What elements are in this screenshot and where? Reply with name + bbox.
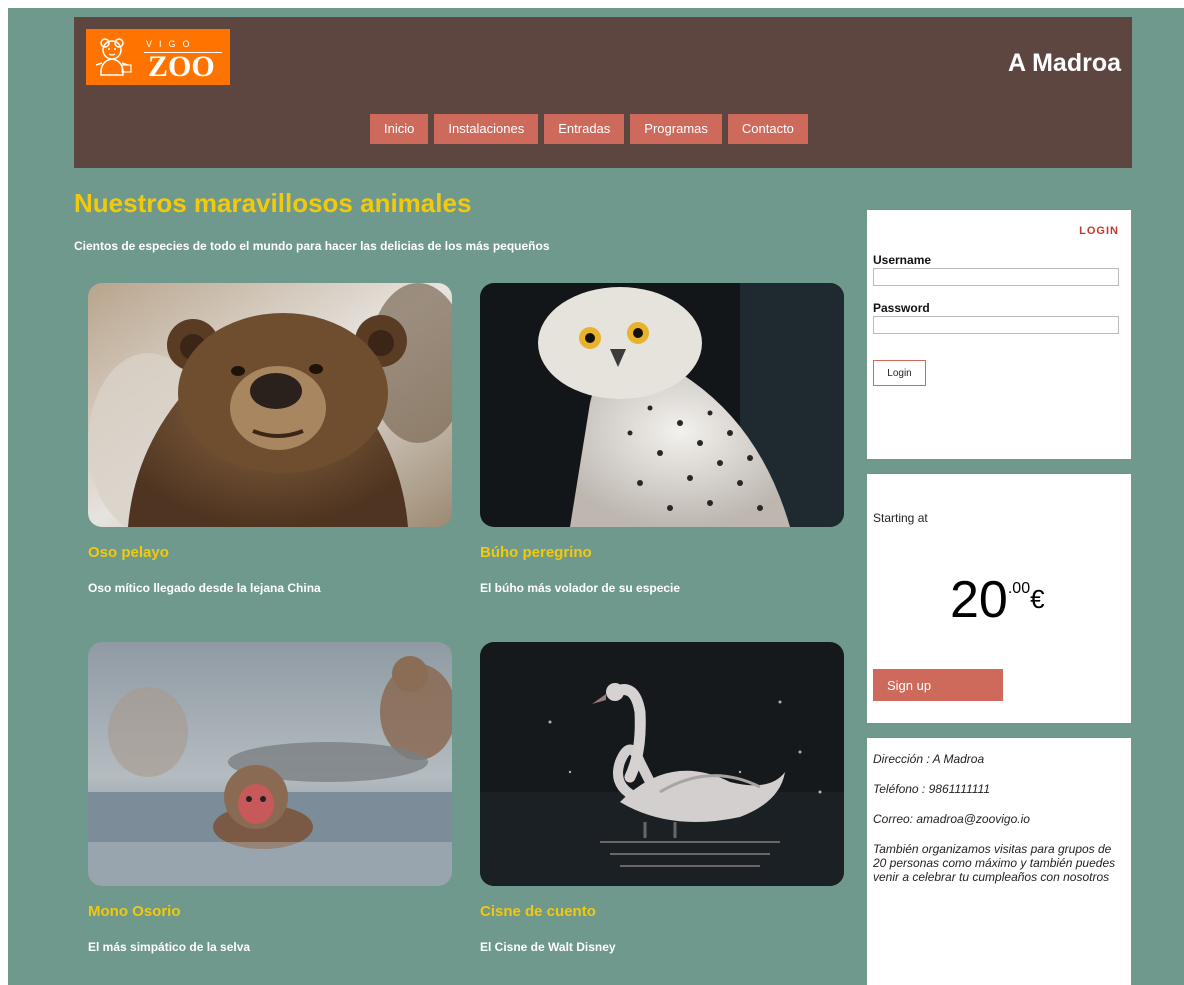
- page-subtitle: Cientos de especies de todo el mundo par…: [74, 239, 550, 253]
- nav-item-entradas[interactable]: Entradas: [544, 114, 625, 144]
- logo-zoo-text: ZOO: [148, 50, 215, 83]
- nav-item-inicio[interactable]: Inicio: [370, 114, 429, 144]
- logo-vigo-text: VIGO: [146, 39, 197, 49]
- animal-description: Oso mítico llegado desde la lejana China: [88, 581, 321, 595]
- pricing-panel: Starting at 20.00€ Sign up: [867, 474, 1131, 723]
- username-input[interactable]: [873, 268, 1119, 286]
- price-currency: €: [1030, 584, 1045, 614]
- animal-name: Cisne de cuento: [480, 903, 596, 920]
- contact-address: Dirección : A Madroa: [873, 752, 985, 766]
- animal-card-bear: Oso pelayo Oso mítico llegado desde la l…: [88, 283, 452, 595]
- site-title: A Madroa: [1008, 49, 1121, 77]
- animal-description: El Cisne de Walt Disney: [480, 940, 616, 954]
- page-frame: VIGO ZOO A Madroa Inicio Instalaciones E…: [8, 8, 1184, 985]
- username-label: Username: [873, 253, 932, 267]
- contact-phone: Teléfono : 9861111111: [873, 782, 990, 796]
- login-heading: LOGIN: [1079, 225, 1119, 237]
- login-button[interactable]: Login: [873, 360, 926, 386]
- animal-card-owl: Búho peregrino El búho más volador de su…: [480, 283, 844, 595]
- nav-item-contacto[interactable]: Contacto: [727, 114, 808, 144]
- contact-note: También organizamos visitas para grupos …: [873, 842, 1116, 884]
- animal-card-swan: Cisne de cuento El Cisne de Walt Disney: [480, 642, 844, 954]
- bear-photo: [88, 283, 452, 527]
- animal-card-monkey: Mono Osorio El más simpático de la selva: [88, 642, 452, 954]
- animal-description: El más simpático de la selva: [88, 940, 251, 954]
- contact-email[interactable]: Correo: amadroa@zoovigo.io: [873, 812, 1123, 826]
- nav-item-programas[interactable]: Programas: [630, 114, 722, 144]
- zoo-logo[interactable]: VIGO ZOO: [86, 29, 230, 85]
- monkey-photo: [88, 642, 452, 886]
- password-input[interactable]: [873, 316, 1119, 334]
- price-integer: 20: [950, 571, 1008, 629]
- animal-name: Oso pelayo: [88, 544, 169, 561]
- swan-photo: [480, 642, 844, 886]
- animal-description: El búho más volador de su especie: [480, 581, 681, 595]
- main-nav: Inicio Instalaciones Entradas Programas …: [370, 114, 808, 144]
- price-cents: .00: [1007, 580, 1031, 597]
- contact-panel: Dirección : A Madroa Teléfono : 98611111…: [867, 738, 1131, 985]
- login-panel: LOGIN Username Password Login: [867, 210, 1131, 459]
- signup-button[interactable]: Sign up: [873, 669, 1003, 701]
- password-label: Password: [873, 301, 930, 315]
- animal-name: Mono Osorio: [88, 903, 181, 920]
- bear-mascot-icon: [95, 38, 132, 76]
- price: 20.00€: [950, 570, 1045, 630]
- animal-name: Búho peregrino: [480, 544, 592, 561]
- site-header: VIGO ZOO A Madroa Inicio Instalaciones E…: [74, 17, 1132, 168]
- starting-at-label: Starting at: [873, 511, 928, 525]
- nav-item-instalaciones[interactable]: Instalaciones: [434, 114, 539, 144]
- owl-photo: [480, 283, 844, 527]
- page-title: Nuestros maravillosos animales: [74, 188, 472, 218]
